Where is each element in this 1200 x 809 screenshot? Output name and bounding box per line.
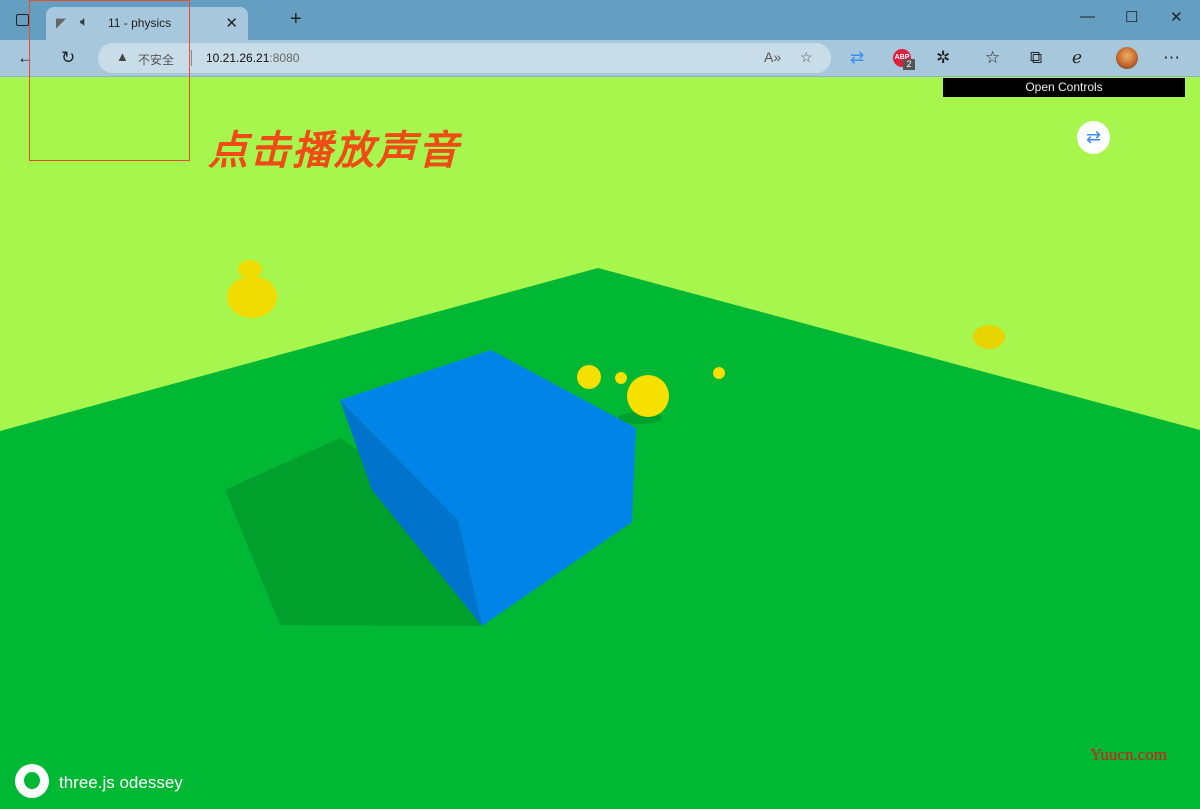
- sphere: [713, 367, 725, 379]
- more-menu-icon[interactable]: ⋯: [1163, 48, 1180, 68]
- sphere: [238, 260, 262, 278]
- read-aloud-icon[interactable]: A»: [764, 49, 781, 65]
- open-controls-button[interactable]: Open Controls: [943, 78, 1185, 97]
- sphere: [627, 375, 669, 417]
- close-window-button[interactable]: ✕: [1170, 8, 1183, 26]
- sphere: [973, 325, 1005, 349]
- favorites-icon[interactable]: ☆: [985, 48, 1000, 68]
- webgl-canvas[interactable]: [0, 78, 1200, 809]
- url-text[interactable]: 10.21.26.21:8080: [206, 51, 299, 65]
- url-host: 10.21.26.21: [206, 51, 270, 65]
- collections-icon[interactable]: ⧉: [1030, 48, 1042, 68]
- highlight-box: [29, 0, 190, 161]
- extensions-icon[interactable]: ✲: [936, 48, 950, 68]
- play-sound-heading[interactable]: 点击播放声音: [208, 118, 460, 176]
- new-tab-button[interactable]: +: [290, 8, 302, 31]
- close-tab-icon[interactable]: ✕: [225, 14, 238, 32]
- profile-avatar[interactable]: [1116, 47, 1138, 69]
- divider: [191, 50, 192, 66]
- address-bar[interactable]: ▲ 不安全 10.21.26.21:8080 A» ☆: [98, 43, 831, 73]
- ie-mode-icon[interactable]: ℯ: [1072, 48, 1082, 68]
- sphere: [615, 372, 627, 384]
- extension-repeat-icon[interactable]: ⇄: [850, 48, 864, 68]
- repeat-icon-button[interactable]: ⇄: [1077, 121, 1110, 154]
- github-icon[interactable]: [15, 764, 49, 798]
- maximize-button[interactable]: ☐: [1125, 8, 1138, 26]
- adblock-count-badge: 2: [903, 59, 915, 70]
- sidebar-toggle-icon[interactable]: [16, 14, 29, 26]
- sphere: [577, 365, 601, 389]
- minimize-button[interactable]: —: [1080, 8, 1095, 25]
- url-port: :8080: [269, 51, 300, 65]
- add-favorite-icon[interactable]: ☆: [800, 49, 813, 66]
- sphere: [227, 276, 277, 318]
- footer-link[interactable]: three.js odessey: [59, 773, 183, 793]
- watermark: Yuucn.com: [1090, 745, 1167, 764]
